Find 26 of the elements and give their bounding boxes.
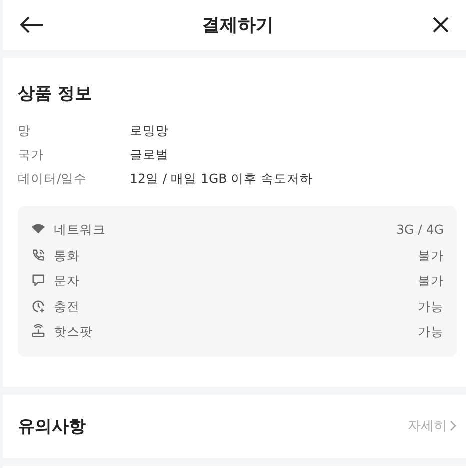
details-link[interactable]: 자세히 <box>408 417 457 435</box>
feature-value: 가능 <box>418 323 444 341</box>
info-value: 글로벌 <box>130 146 169 164</box>
feature-label: 네트워크 <box>54 221 106 239</box>
info-label: 망 <box>18 122 32 140</box>
feature-label: 문자 <box>54 272 80 290</box>
feature-label: 통화 <box>54 246 80 264</box>
section-title: 유의사항 <box>18 416 86 438</box>
phone-icon <box>31 248 46 263</box>
info-label: 데이터/일수 <box>18 170 88 188</box>
feature-value: 불가 <box>418 272 444 290</box>
page-title: 결제하기 <box>202 14 274 37</box>
feature-value: 가능 <box>418 298 444 316</box>
clock-icon <box>31 298 46 314</box>
feature-value: 불가 <box>418 246 444 264</box>
info-label: 국가 <box>18 146 45 164</box>
feature-value: 3G / 4G <box>396 221 444 239</box>
info-value: 12일 / 매일 1GB 이후 속도저하 <box>130 170 314 188</box>
feature-label: 충전 <box>54 298 80 316</box>
feature-label: 핫스팟 <box>54 323 93 341</box>
info-value: 로밍망 <box>130 122 169 140</box>
message-icon <box>31 273 46 288</box>
hotspot-icon <box>31 324 46 340</box>
back-icon[interactable] <box>18 14 46 36</box>
chevron-icon <box>449 420 457 432</box>
section-title: 상품 정보 <box>18 83 93 105</box>
